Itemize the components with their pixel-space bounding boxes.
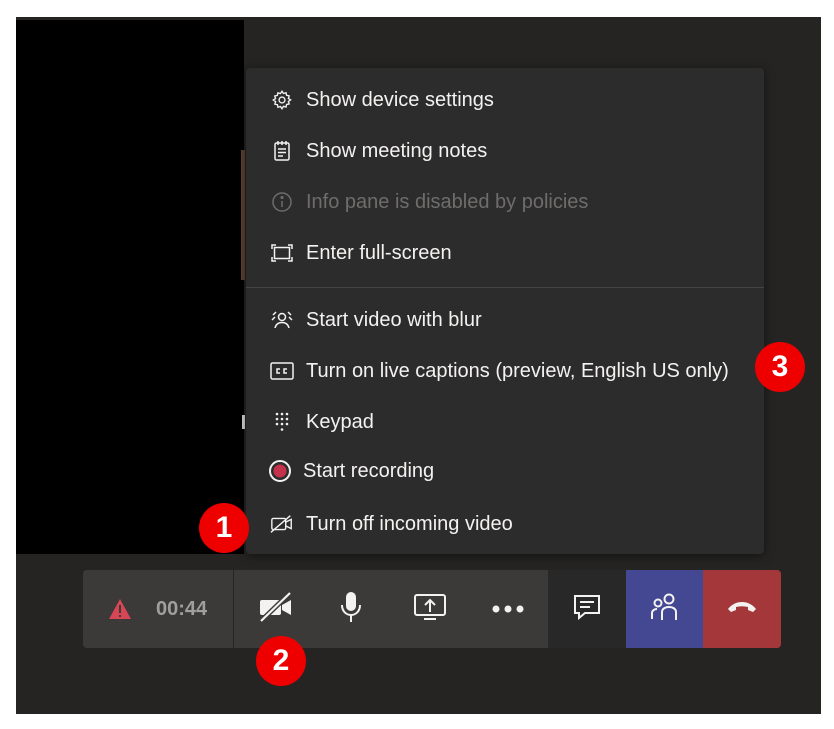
menu-item-keypad[interactable]: Keypad (246, 400, 764, 444)
microphone-icon (339, 591, 363, 628)
menu-divider (246, 287, 764, 288)
more-actions-menu: Show device settings Show meeting notes … (246, 68, 764, 554)
more-options-icon (491, 600, 525, 618)
menu-item-start-recording[interactable]: Start recording (246, 449, 764, 493)
keypad-icon (270, 410, 294, 434)
menu-item-full-screen[interactable]: Enter full-screen (246, 231, 764, 275)
chat-icon (572, 593, 602, 626)
participant-video-edge (241, 150, 245, 280)
menu-item-label: Enter full-screen (306, 241, 452, 264)
warning-icon[interactable] (104, 570, 136, 648)
chat-button[interactable] (548, 570, 626, 648)
participants-button[interactable] (626, 570, 703, 648)
participants-icon (650, 592, 680, 627)
info-icon (270, 190, 294, 214)
video-off-icon (270, 512, 294, 536)
menu-item-label: Info pane is disabled by policies (306, 190, 589, 213)
captions-icon (270, 359, 294, 383)
menu-item-label: Start recording (303, 459, 435, 482)
menu-item-incoming-video[interactable]: Turn off incoming video (246, 502, 764, 546)
menu-item-device-settings[interactable]: Show device settings (246, 78, 764, 122)
toolbar-divider (233, 570, 234, 648)
participant-video-edge-highlight (242, 415, 245, 429)
menu-item-label: Start video with blur (306, 308, 482, 331)
hang-up-button[interactable] (703, 570, 781, 648)
notes-icon (270, 139, 294, 163)
share-screen-button[interactable] (398, 570, 462, 648)
menu-item-label: Keypad (306, 410, 374, 433)
hang-up-icon (726, 600, 758, 619)
menu-item-label: Turn on live captions (preview, English … (306, 359, 729, 382)
menu-item-info-pane: Info pane is disabled by policies (246, 180, 764, 224)
call-timer: 00:44 (156, 598, 208, 620)
microphone-button[interactable] (320, 570, 382, 648)
share-screen-icon (413, 593, 447, 626)
menu-item-label: Show meeting notes (306, 139, 488, 162)
blur-video-icon (270, 308, 294, 332)
callout-badge-2: 2 (256, 636, 306, 686)
callout-badge-3: 3 (755, 342, 805, 392)
more-options-button[interactable] (476, 570, 540, 648)
menu-item-label: Show device settings (306, 88, 494, 111)
fullscreen-icon (270, 241, 294, 265)
record-icon (268, 459, 292, 483)
video-tile (16, 20, 244, 554)
gear-icon (270, 88, 294, 112)
callout-badge-1: 1 (199, 503, 249, 553)
camera-off-icon (258, 590, 294, 627)
menu-item-video-blur[interactable]: Start video with blur (246, 298, 764, 342)
menu-item-meeting-notes[interactable]: Show meeting notes (246, 129, 764, 173)
menu-item-label: Turn off incoming video (306, 512, 513, 535)
menu-item-live-captions[interactable]: Turn on live captions (preview, English … (246, 349, 764, 393)
